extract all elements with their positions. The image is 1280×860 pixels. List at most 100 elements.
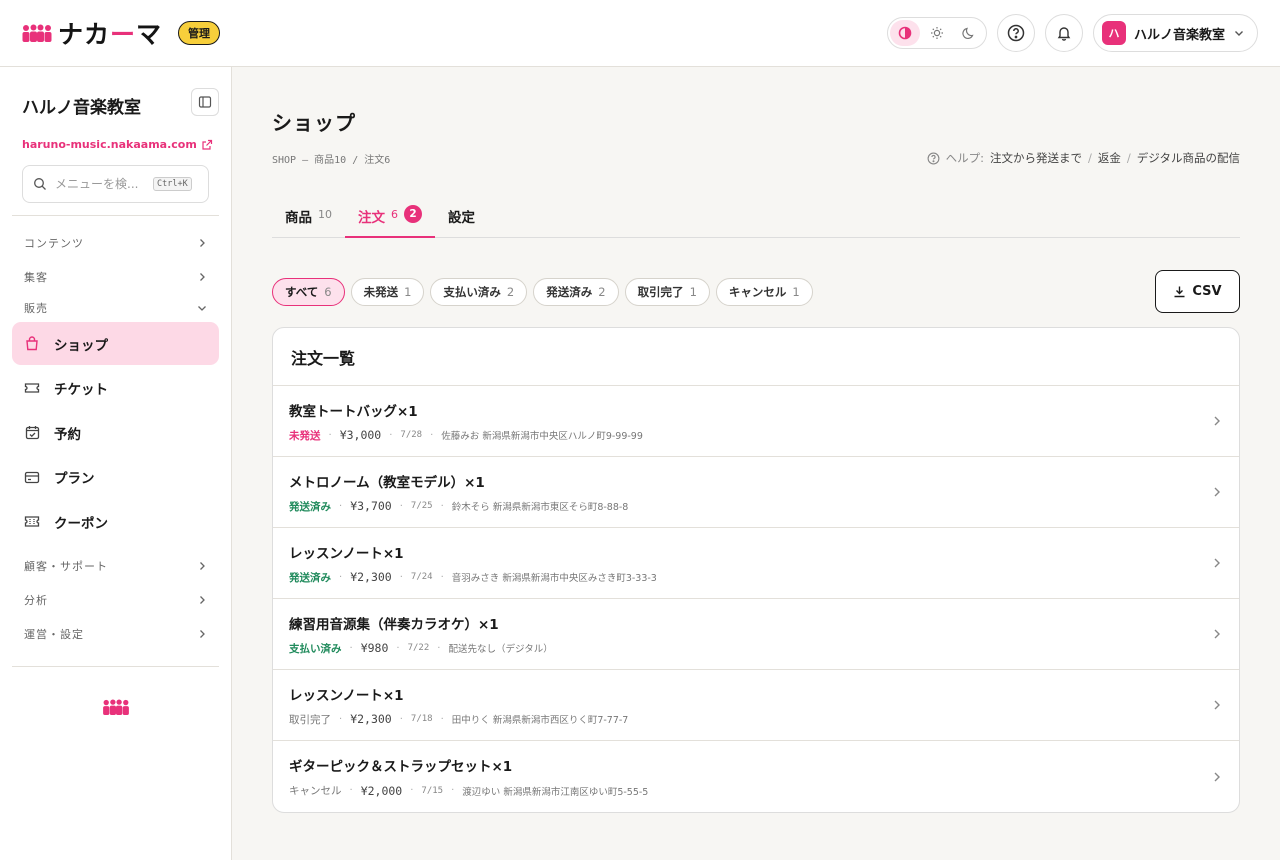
admin-badge: 管理 — [178, 21, 221, 45]
filter-chip-label: 支払い済み — [443, 284, 501, 299]
filter-chip-label: キャンセル — [728, 284, 787, 299]
order-row[interactable]: メトロノーム（教室モデル）×1 発送済み · ¥3,700 · 7/25 · 鈴… — [273, 457, 1239, 528]
order-row[interactable]: 教室トートバッグ×1 未発送 · ¥3,000 · 7/28 · 佐藤みお 新潟… — [273, 386, 1239, 457]
ticket-icon — [24, 380, 40, 396]
account-avatar: ハ — [1101, 21, 1126, 45]
theme-toggle — [886, 17, 987, 49]
logo-text: ナカーマ — [58, 20, 163, 49]
order-price: ¥2,000 — [360, 783, 403, 798]
meta-separator: · — [396, 642, 400, 654]
account-name: ハルノ音楽教室 — [1133, 27, 1225, 43]
meta-separator: · — [328, 429, 332, 441]
sidebar-collapse-icon[interactable] — [191, 87, 219, 116]
top-header: ナカーマ 管理 ハ ハルノ音楽教室 — [0, 0, 1280, 67]
section-operations[interactable]: 運営・設定 — [12, 617, 219, 651]
order-row[interactable]: ギターピック＆ストラップセット×1 キャンセル · ¥2,000 · 7/15 … — [273, 741, 1239, 812]
app-logo[interactable]: ナカーマ 管理 — [22, 15, 221, 51]
order-row[interactable]: レッスンノート×1 取引完了 · ¥2,300 · 7/18 · 田中りく 新潟… — [273, 670, 1239, 741]
meta-separator: · — [440, 713, 444, 725]
order-address: 鈴木そら 新潟県新潟市東区そら町8-88-8 — [451, 502, 629, 513]
meta-separator: · — [339, 500, 343, 512]
meta-separator: · — [399, 713, 403, 725]
chevron-right-icon — [200, 595, 205, 604]
bell-icon[interactable] — [1044, 14, 1083, 52]
external-link-icon — [202, 139, 212, 150]
search-icon — [34, 178, 46, 190]
section-customer[interactable]: 顧客・サポート — [12, 549, 219, 583]
sidebar: ハルノ音楽教室 haruno-music.nakaama.com Ctrl+K … — [0, 67, 232, 860]
sidebar-item-ticket-label: チケット — [54, 382, 108, 398]
section-analytics[interactable]: 分析 — [12, 583, 219, 617]
section-contents-label: コンテンツ — [24, 237, 84, 250]
section-contents[interactable]: コンテンツ — [12, 226, 219, 260]
order-price: ¥3,700 — [350, 499, 392, 513]
section-analytics-label: 分析 — [24, 593, 48, 607]
section-sales[interactable]: 販売 — [12, 294, 219, 322]
sidebar-item-plan[interactable]: プラン — [12, 456, 219, 499]
tab-settings-label: 設定 — [448, 210, 475, 226]
help-link-refund[interactable]: 返金 — [1098, 150, 1121, 166]
sun-icon[interactable] — [922, 20, 952, 46]
help-link-shipping[interactable]: 注文から発送まで — [990, 150, 1082, 166]
sidebar-item-booking[interactable]: 予約 — [12, 411, 219, 454]
order-address: 配送先なし（デジタル） — [448, 644, 553, 655]
filter-chip-paid[interactable]: 支払い済み 2 — [430, 277, 528, 306]
order-status: 発送済み — [289, 500, 331, 513]
meta-separator: · — [349, 642, 353, 654]
filter-chip-completed[interactable]: 取引完了 1 — [624, 277, 710, 306]
help-icon[interactable] — [996, 14, 1035, 52]
tab-settings[interactable]: 設定 — [435, 202, 488, 238]
section-acquisition[interactable]: 集客 — [12, 260, 219, 294]
orders-card-title: 注文一覧 — [273, 328, 1239, 386]
account-menu[interactable]: ハ ハルノ音楽教室 — [1092, 14, 1258, 52]
filter-chip-count: 2 — [598, 284, 606, 299]
filter-chip-all[interactable]: すべて 6 — [272, 277, 345, 306]
menu-search-input[interactable] — [55, 177, 145, 191]
order-price: ¥2,300 — [350, 712, 392, 726]
sidebar-item-ticket[interactable]: チケット — [12, 367, 219, 410]
orders-card: 注文一覧 教室トートバッグ×1 未発送 · ¥3,000 · 7/28 · 佐藤… — [272, 327, 1240, 813]
chevron-right-icon — [1214, 416, 1220, 426]
sidebar-item-coupon-label: クーポン — [54, 515, 108, 532]
filter-chip-count: 1 — [404, 284, 412, 299]
contrast-theme-icon[interactable] — [889, 20, 920, 46]
site-url-link[interactable]: haruno-music.nakaama.com — [12, 118, 219, 151]
filter-chip-label: すべて — [285, 284, 319, 299]
filter-chip-count: 1 — [689, 284, 697, 299]
moon-icon[interactable] — [954, 20, 984, 46]
tab-products-count: 10 — [318, 208, 332, 221]
filter-chip-cancelled[interactable]: キャンセル 1 — [715, 277, 813, 306]
order-name: レッスンノート×1 — [289, 687, 404, 704]
meta-separator: · — [339, 713, 343, 725]
menu-search[interactable]: Ctrl+K — [22, 165, 209, 203]
meta-separator: · — [349, 785, 353, 796]
coupon-icon — [24, 514, 40, 530]
order-date: 7/28 — [400, 430, 423, 440]
chevron-right-icon — [200, 629, 205, 638]
order-address: 田中りく 新潟県新潟市西区りく町7-77-7 — [451, 715, 629, 726]
chevron-right-icon — [200, 561, 205, 570]
order-name: 練習用音源集（伴奏カラオケ）×1 — [289, 616, 499, 633]
sidebar-item-plan-label: プラン — [54, 471, 95, 487]
help-label: ヘルプ: — [945, 151, 984, 165]
section-operations-label: 運営・設定 — [24, 627, 84, 641]
meta-separator: · — [339, 571, 343, 583]
csv-download-button[interactable]: CSV — [1155, 270, 1240, 313]
help-link-digital[interactable]: デジタル商品の配信 — [1137, 150, 1240, 166]
filter-chip-shipped[interactable]: 発送済み 2 — [533, 277, 619, 306]
chevron-down-icon — [198, 306, 206, 311]
chevron-right-icon — [1214, 558, 1220, 568]
order-row[interactable]: 練習用音源集（伴奏カラオケ）×1 支払い済み · ¥980 · 7/22 · 配… — [273, 599, 1239, 670]
tab-orders[interactable]: 注文 6 2 — [345, 202, 435, 238]
sidebar-item-shop[interactable]: ショップ — [12, 322, 219, 365]
tab-products[interactable]: 商品 10 — [272, 202, 345, 238]
filter-chip-unshipped[interactable]: 未発送 1 — [350, 277, 425, 306]
order-name: ギターピック＆ストラップセット×1 — [289, 759, 513, 775]
sidebar-item-coupon[interactable]: クーポン — [12, 500, 219, 543]
shortcut-hint: Ctrl+K — [153, 177, 192, 191]
tab-bar: 商品 10 注文 6 2 設定 — [272, 202, 1240, 238]
calendar-check-icon — [24, 425, 40, 441]
order-address: 佐藤みお 新潟県新潟市中央区ハルノ町9-99-99 — [441, 431, 643, 442]
order-row[interactable]: レッスンノート×1 発送済み · ¥2,300 · 7/24 · 音羽みさき 新… — [273, 528, 1239, 599]
filter-chip-count: 2 — [506, 284, 515, 299]
